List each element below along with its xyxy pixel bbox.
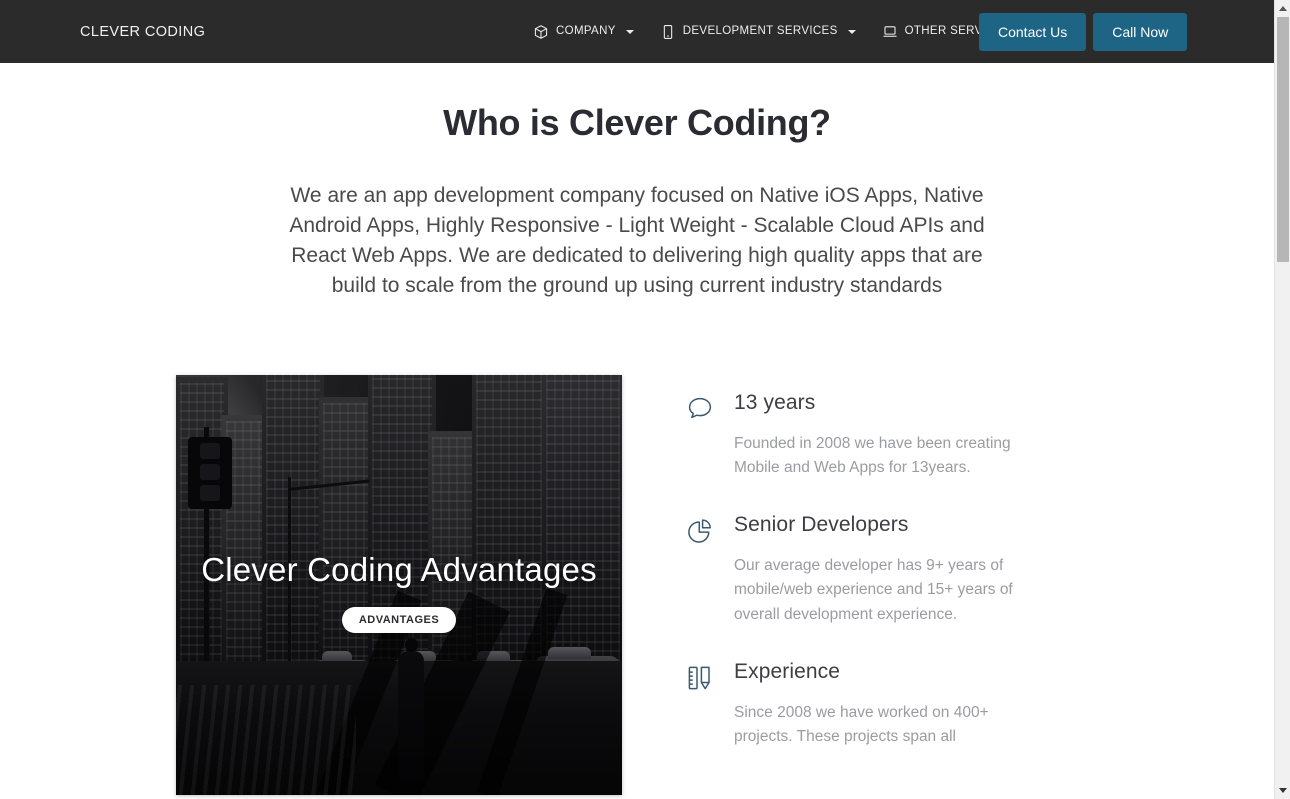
- nav-item-company[interactable]: COMPANY: [533, 24, 648, 40]
- chevron-down-icon: [625, 29, 634, 34]
- chevron-down-icon: [847, 29, 856, 34]
- mobile-phone-icon: [660, 24, 676, 40]
- browser-viewport: CLEVER CODING COMPANY DEVELOPMENT SERVIC…: [0, 0, 1290, 799]
- card-caption: Clever Coding Advantages ADVANTAGES: [176, 549, 622, 634]
- scrollbar-thumb[interactable]: [1277, 17, 1289, 262]
- contact-us-button[interactable]: Contact Us: [979, 12, 1087, 51]
- hero-paragraph: We are an app development company focuse…: [289, 184, 985, 298]
- page-content: CLEVER CODING COMPANY DEVELOPMENT SERVIC…: [0, 0, 1274, 799]
- feature-title: Experience: [734, 659, 841, 683]
- nav-label-development-services: DEVELOPMENT SERVICES: [682, 24, 838, 37]
- ruler-pencil-icon: [686, 659, 716, 749]
- card-title: Clever Coding Advantages: [201, 551, 597, 589]
- brand-logo[interactable]: CLEVER CODING: [80, 24, 205, 40]
- scroll-down-arrow-icon[interactable]: [1275, 782, 1290, 799]
- laptop-icon: [882, 24, 898, 40]
- advantages-badge[interactable]: ADVANTAGES: [341, 607, 457, 634]
- nav-label-company: COMPANY: [556, 24, 616, 37]
- feature-list: 13 years Founded in 2008 we have been cr…: [686, 375, 1046, 781]
- pie-chart-icon: [686, 512, 716, 626]
- nav-menu: COMPANY DEVELOPMENT SERVICES OTHER SERVI…: [533, 24, 1055, 40]
- content-row: Clever Coding Advantages ADVANTAGES 13 y…: [0, 375, 1274, 796]
- vertical-scrollbar[interactable]: [1274, 0, 1290, 799]
- feature-text: Since 2008 we have worked on 400+ projec…: [734, 703, 989, 745]
- feature-item-experience: Experience Since 2008 we have worked on …: [686, 659, 1046, 749]
- feature-title: 13 years: [734, 391, 816, 415]
- speech-bubble-icon: [686, 390, 716, 480]
- feature-item-years: 13 years Founded in 2008 we have been cr…: [686, 390, 1046, 480]
- page-title: Who is Clever Coding?: [443, 102, 831, 143]
- cube-icon: [533, 24, 549, 40]
- scroll-up-arrow-icon[interactable]: [1275, 0, 1290, 17]
- site-navbar: CLEVER CODING COMPANY DEVELOPMENT SERVIC…: [0, 0, 1274, 63]
- feature-text: Our average developer has 9+ years of mo…: [734, 557, 1013, 623]
- call-now-button[interactable]: Call Now: [1093, 12, 1188, 51]
- feature-item-senior-developers: Senior Developers Our average developer …: [686, 512, 1046, 626]
- advantages-image-card[interactable]: Clever Coding Advantages ADVANTAGES: [176, 375, 622, 796]
- hero-section: Who is Clever Coding? We are an app deve…: [0, 63, 1274, 301]
- feature-text: Founded in 2008 we have been creating Mo…: [734, 435, 1011, 477]
- nav-cta-group: Contact Us Call Now: [979, 12, 1188, 51]
- feature-title: Senior Developers: [734, 513, 909, 537]
- nav-item-development-services[interactable]: DEVELOPMENT SERVICES: [660, 24, 870, 40]
